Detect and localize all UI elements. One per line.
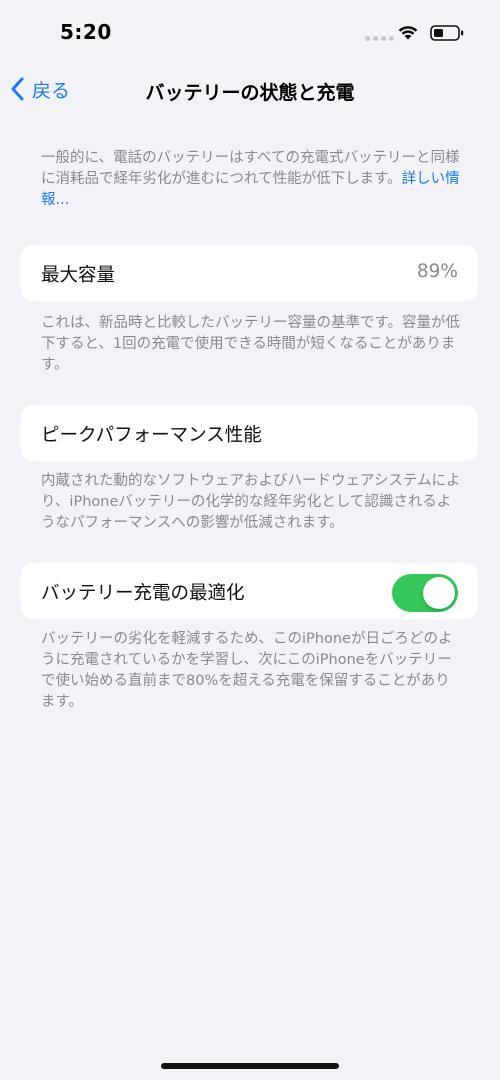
- status-time: 5:20: [60, 20, 112, 44]
- optimized-charging-toggle[interactable]: [392, 574, 458, 612]
- status-bar: 5:20: [0, 0, 500, 64]
- max-capacity-note: これは、新品時と比較したバッテリー容量の基準です。容量が低下すると、1回の充電で…: [41, 315, 461, 373]
- page-title: バッテリーの状態と充電: [145, 82, 355, 104]
- battery-icon: [430, 25, 464, 41]
- nav-bar: 戻る バッテリーの状態と充電: [0, 64, 500, 112]
- wifi-icon: [398, 26, 418, 40]
- max-capacity-label: 最大容量: [41, 265, 116, 286]
- home-indicator[interactable]: [161, 1063, 339, 1069]
- intro-text: 一般的に、電話のバッテリーはすべての充電式バッテリーと同様に消耗品で経年劣化が進…: [41, 150, 460, 187]
- peak-performance-label: ピークパフォーマンス性能: [41, 425, 262, 446]
- intro-description: 一般的に、電話のバッテリーはすべての充電式バッテリーと同様に消耗品で経年劣化が進…: [41, 148, 461, 211]
- signal-dots-icon: [365, 36, 394, 41]
- max-capacity-value: 89%: [416, 261, 458, 282]
- max-capacity-row: 最大容量 89%: [21, 245, 478, 301]
- optimized-charging-label: バッテリー充電の最適化: [41, 583, 245, 604]
- optimized-charging-note: バッテリーの劣化を軽減するため、このiPhoneが日ごろどのように充電されている…: [41, 631, 453, 710]
- peak-performance-row: ピークパフォーマンス性能: [21, 405, 478, 461]
- peak-performance-note: 内蔵された動的なソフトウェアおよびハードウェアシステムにより、iPhoneバッテ…: [41, 473, 461, 531]
- toggle-knob: [423, 577, 455, 609]
- optimized-charging-row: バッテリー充電の最適化: [21, 563, 478, 619]
